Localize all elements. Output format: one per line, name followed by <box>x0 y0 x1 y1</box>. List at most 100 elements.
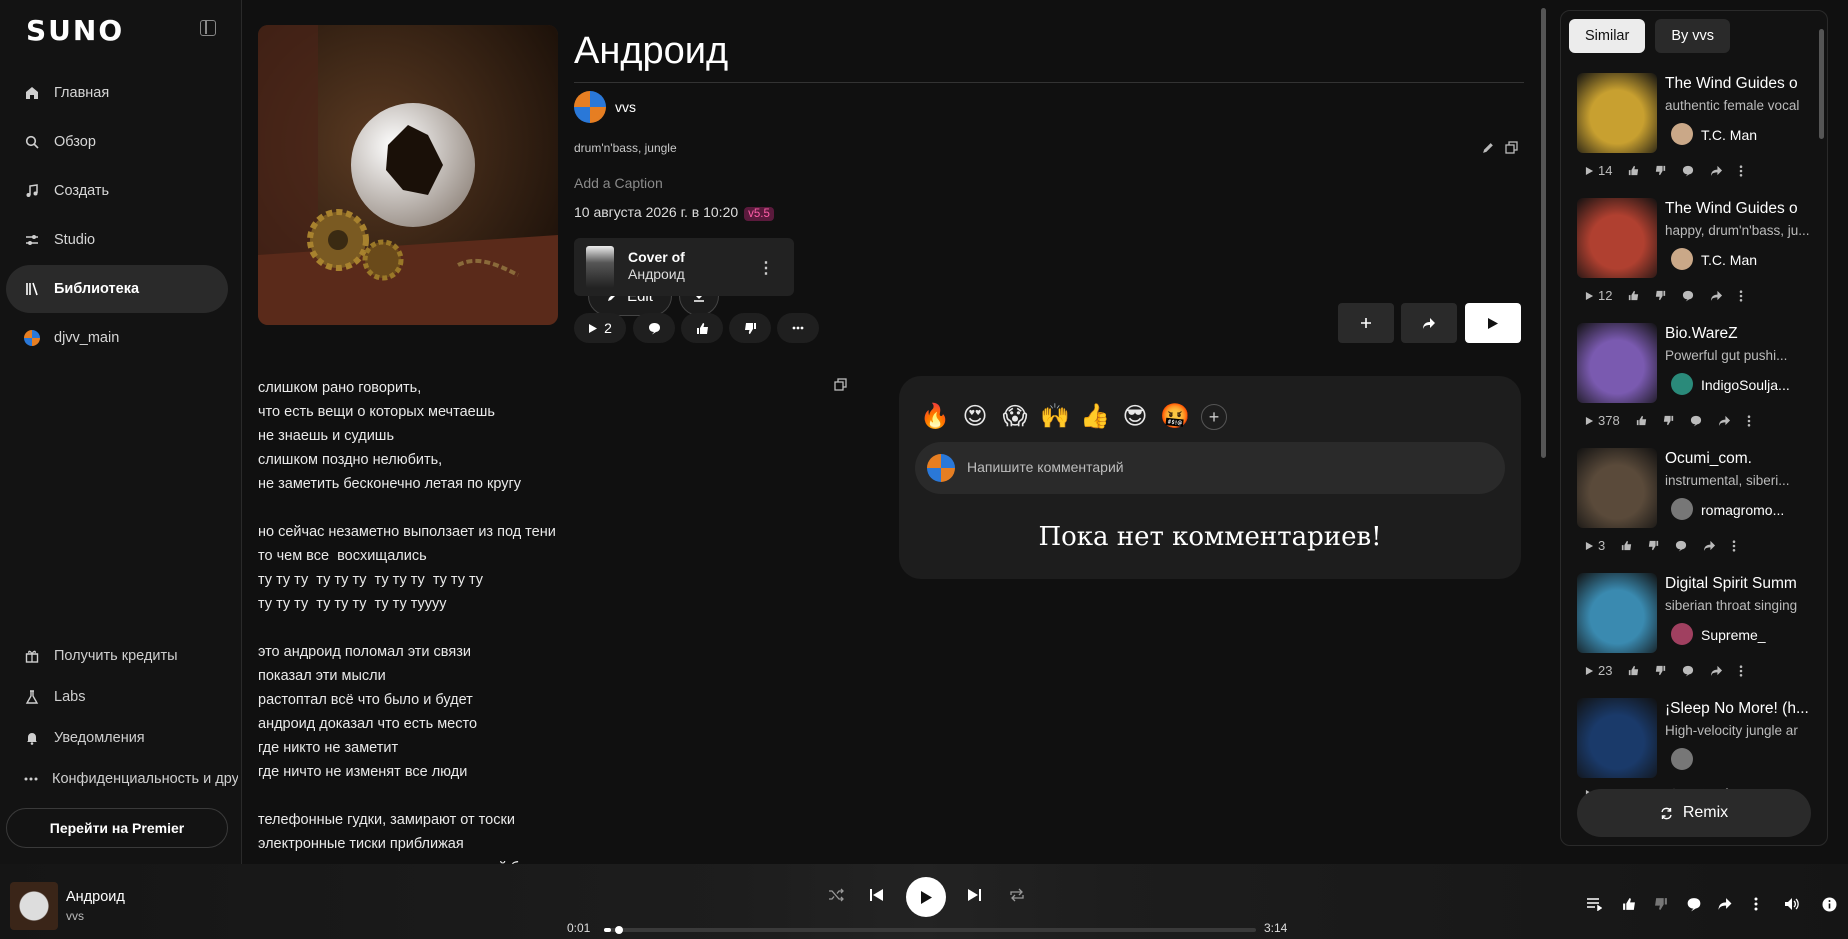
play-count-button[interactable]: 12 <box>1585 288 1612 303</box>
play-count-button[interactable]: 2 <box>574 313 626 343</box>
artist-name[interactable]: IndigoSoulja... <box>1701 377 1813 393</box>
thumbs-down-icon[interactable] <box>1663 415 1674 426</box>
song-thumbnail[interactable] <box>1577 698 1657 778</box>
comment-button[interactable] <box>633 313 675 343</box>
thumbs-up-icon[interactable] <box>1628 165 1639 176</box>
player-title[interactable]: Андроид <box>66 889 125 905</box>
emoji-fire[interactable]: 🔥 <box>920 402 950 430</box>
player-more-icon[interactable] <box>1754 897 1758 911</box>
player-artist[interactable]: vvs <box>66 909 84 923</box>
similar-song-card[interactable]: Bio.WareZ Powerful gut pushi... IndigoSoul… <box>1577 323 1817 448</box>
thumbs-up-icon[interactable] <box>1628 665 1639 676</box>
edit-pencil-icon[interactable] <box>1482 141 1495 154</box>
more-icon[interactable] <box>1732 539 1736 552</box>
emoji-heart-eyes[interactable]: 😍 <box>961 402 989 430</box>
emoji-raised-hands[interactable]: 🙌 <box>1040 402 1070 430</box>
more-icon[interactable] <box>1747 414 1751 427</box>
play-count-button[interactable]: 3 <box>1585 538 1605 553</box>
share-icon[interactable] <box>1710 165 1723 177</box>
share-icon[interactable] <box>1717 897 1733 911</box>
share-button[interactable] <box>1401 303 1457 343</box>
comment-icon[interactable] <box>1686 897 1702 912</box>
artist-avatar[interactable] <box>574 91 606 123</box>
thumbs-down-icon[interactable] <box>1655 665 1666 676</box>
more-icon[interactable] <box>1739 289 1743 302</box>
play-count-button[interactable]: 378 <box>1585 413 1620 428</box>
sidebar-item-home[interactable]: Главная <box>6 69 228 117</box>
thumbs-down-icon[interactable] <box>1654 897 1668 911</box>
song-title[interactable]: Digital Spirit Summ <box>1665 575 1819 593</box>
premier-button[interactable]: Перейти на Premier <box>6 808 228 848</box>
song-title[interactable]: The Wind Guides o <box>1665 200 1819 218</box>
copy-icon[interactable] <box>1505 141 1518 154</box>
sidebar-item-library[interactable]: Библиотека <box>6 265 228 313</box>
sidebar-item-notifications[interactable]: Уведомления <box>6 718 238 758</box>
sidebar-item-credits[interactable]: Получить кредиты <box>6 636 238 676</box>
sidebar-item-explore[interactable]: Обзор <box>6 118 228 166</box>
repeat-icon[interactable] <box>1009 888 1025 902</box>
share-icon[interactable] <box>1710 290 1723 302</box>
artist-name[interactable]: vvs <box>615 99 636 115</box>
main-scrollbar[interactable] <box>1540 0 1548 864</box>
song-thumbnail[interactable] <box>1577 573 1657 653</box>
cover-of-card[interactable]: Cover of Андроид ⋮ <box>574 238 794 296</box>
song-thumbnail[interactable] <box>1577 448 1657 528</box>
emoji-cursing[interactable]: 🤬 <box>1160 402 1190 430</box>
artist-name[interactable]: romagromo... <box>1701 502 1813 518</box>
volume-icon[interactable] <box>1784 897 1800 911</box>
player-thumbnail[interactable] <box>10 882 58 930</box>
share-icon[interactable] <box>1703 540 1716 552</box>
sidebar-item-privacy[interactable]: Конфиденциальность и другие <box>6 759 238 799</box>
artist-avatar[interactable] <box>1671 123 1693 145</box>
share-icon[interactable] <box>1718 415 1731 427</box>
remix-button[interactable]: Remix <box>1577 789 1811 837</box>
comment-icon[interactable] <box>1682 665 1694 677</box>
song-title[interactable]: The Wind Guides o <box>1665 75 1819 93</box>
thumbs-up-icon[interactable] <box>1621 540 1632 551</box>
more-icon[interactable] <box>1739 164 1743 177</box>
similar-song-card[interactable]: Digital Spirit Summ siberian throat singi… <box>1577 573 1817 698</box>
copy-lyrics-icon[interactable] <box>834 378 847 391</box>
more-icon[interactable] <box>1739 664 1743 677</box>
artist-name[interactable]: T.C. Man <box>1701 127 1813 143</box>
emoji-scream[interactable]: 😱 <box>1001 402 1029 430</box>
thumbs-up-icon[interactable] <box>1622 897 1636 911</box>
thumbs-down-icon[interactable] <box>1655 290 1666 301</box>
thumbs-up-icon[interactable] <box>1628 290 1639 301</box>
comment-input[interactable]: Напишите комментарий <box>915 442 1505 494</box>
more-options-button[interactable] <box>777 313 819 343</box>
tab-by-artist[interactable]: By vvs <box>1655 19 1731 53</box>
similar-song-card[interactable]: Ocumi_com. instrumental, siberi... romagro… <box>1577 448 1817 573</box>
previous-track-icon[interactable] <box>869 888 885 902</box>
add-emoji-button[interactable]: + <box>1201 404 1227 430</box>
similar-song-card[interactable]: The Wind Guides o authentic female vocal T… <box>1577 73 1817 198</box>
sidebar-item-labs[interactable]: Labs <box>6 677 238 717</box>
play-count-button[interactable]: 14 <box>1585 163 1612 178</box>
emoji-sunglasses[interactable]: 😎 <box>1121 402 1149 430</box>
similar-song-card[interactable]: The Wind Guides o happy, drum'n'bass, ju.… <box>1577 198 1817 323</box>
queue-icon[interactable] <box>1586 897 1602 911</box>
player-play-button[interactable] <box>906 877 946 917</box>
artist-avatar[interactable] <box>1671 623 1693 645</box>
suno-logo[interactable]: SUNO <box>26 14 124 47</box>
emoji-thumbs-up[interactable]: 👍 <box>1080 402 1110 430</box>
next-track-icon[interactable] <box>966 888 982 902</box>
play-button[interactable] <box>1465 303 1521 343</box>
song-title[interactable]: Ocumi_com. <box>1665 450 1819 468</box>
song-title[interactable]: ¡Sleep No More! (h... <box>1665 700 1819 718</box>
progress-knob[interactable] <box>614 926 623 934</box>
progress-bar[interactable] <box>604 926 1256 934</box>
artist-name[interactable]: T.C. Man <box>1701 252 1813 268</box>
thumbs-down-icon[interactable] <box>1648 540 1659 551</box>
comment-icon[interactable] <box>1675 540 1687 552</box>
sidebar-collapse-icon[interactable] <box>200 20 216 36</box>
comment-icon[interactable] <box>1682 165 1694 177</box>
comment-icon[interactable] <box>1682 290 1694 302</box>
add-to-playlist-button[interactable] <box>1338 303 1394 343</box>
shuffle-icon[interactable] <box>828 888 844 902</box>
artist-avatar[interactable] <box>1671 748 1693 770</box>
sidebar-item-profile[interactable]: djvv_main <box>6 314 228 362</box>
dislike-button[interactable] <box>729 313 771 343</box>
play-count-button[interactable]: 23 <box>1585 663 1612 678</box>
caption-field[interactable]: Add a Caption <box>574 175 663 191</box>
